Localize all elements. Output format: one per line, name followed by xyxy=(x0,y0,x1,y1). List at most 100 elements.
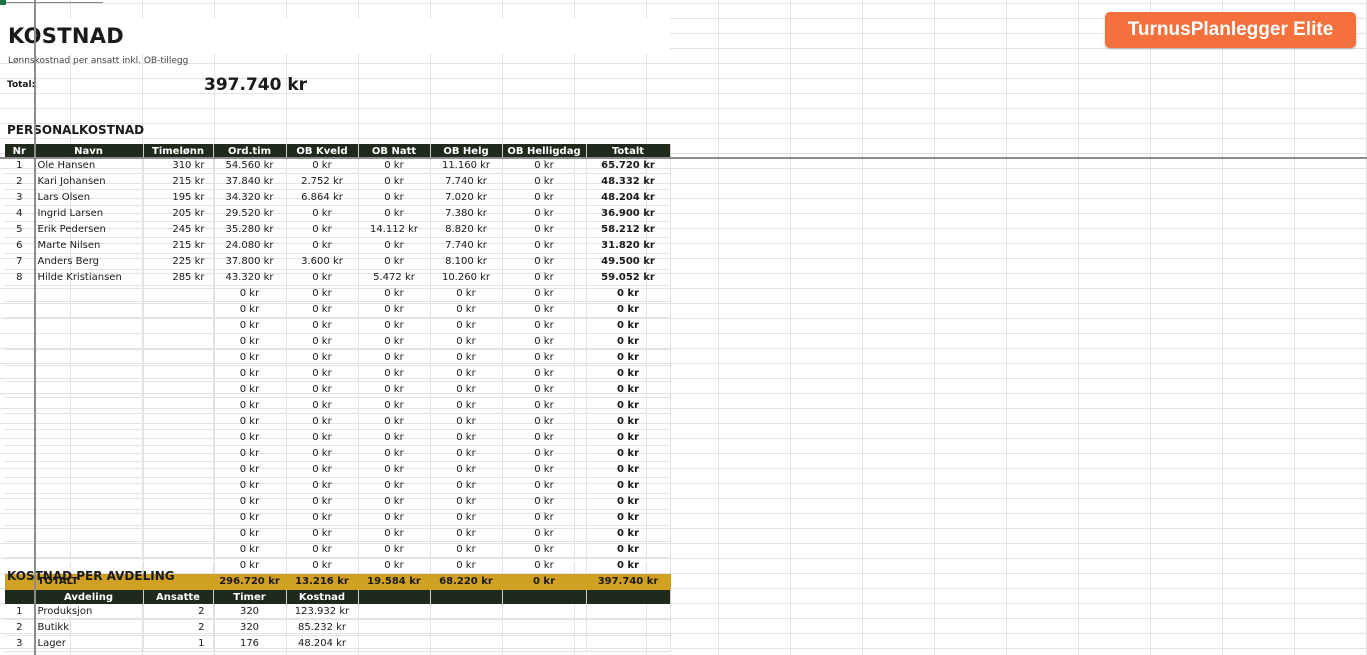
table-cell[interactable]: 0 kr xyxy=(358,173,431,190)
table-cell[interactable]: 0 kr xyxy=(286,301,359,318)
personal-header-3[interactable]: Ord.tim xyxy=(213,144,287,158)
table-cell[interactable]: 0 kr xyxy=(358,317,431,334)
table-cell[interactable] xyxy=(5,285,35,302)
table-cell[interactable] xyxy=(586,635,671,652)
table-cell[interactable]: 215 kr xyxy=(143,237,214,254)
table-cell[interactable]: Ole Hansen xyxy=(34,158,144,174)
table-cell[interactable]: 0 kr xyxy=(586,525,671,542)
table-cell[interactable]: 34.320 kr xyxy=(213,189,287,206)
table-cell[interactable]: 0 kr xyxy=(286,349,359,366)
brand-button[interactable]: TurnusPlanlegger Elite xyxy=(1105,12,1356,48)
table-cell[interactable]: 48.204 kr xyxy=(286,635,359,652)
table-cell[interactable]: 0 kr xyxy=(213,461,287,478)
table-cell[interactable]: 0 kr xyxy=(286,333,359,350)
table-cell[interactable] xyxy=(143,285,214,302)
table-cell[interactable]: 0 kr xyxy=(358,253,431,270)
table-cell[interactable]: 0 kr xyxy=(502,477,587,494)
table-cell[interactable] xyxy=(5,381,35,398)
table-cell[interactable] xyxy=(34,461,144,478)
table-cell[interactable]: 0 kr xyxy=(213,365,287,382)
table-cell[interactable]: 0 kr xyxy=(213,349,287,366)
table-cell[interactable] xyxy=(5,461,35,478)
table-cell[interactable]: 31.820 kr xyxy=(586,237,671,254)
personal-header-4[interactable]: OB Kveld xyxy=(286,144,359,158)
table-cell[interactable]: 0 kr xyxy=(430,509,503,526)
table-cell[interactable] xyxy=(34,541,144,558)
table-cell[interactable]: 0 kr xyxy=(502,253,587,270)
department-header-5[interactable] xyxy=(358,590,431,604)
table-cell[interactable]: 0 kr xyxy=(358,493,431,510)
table-cell[interactable] xyxy=(5,301,35,318)
personal-header-7[interactable]: OB Helligdag xyxy=(502,144,587,158)
table-cell[interactable]: 0 kr xyxy=(586,493,671,510)
table-cell[interactable]: 0 kr xyxy=(358,365,431,382)
table-cell[interactable]: 0 kr xyxy=(286,413,359,430)
table-cell[interactable]: 0 kr xyxy=(358,189,431,206)
table-cell[interactable]: 0 kr xyxy=(213,445,287,462)
table-cell[interactable]: 0 kr xyxy=(502,205,587,222)
table-cell[interactable]: 0 kr xyxy=(430,349,503,366)
table-cell[interactable]: 0 kr xyxy=(502,493,587,510)
table-cell[interactable]: 0 kr xyxy=(586,509,671,526)
table-cell[interactable] xyxy=(34,317,144,334)
table-cell[interactable] xyxy=(5,509,35,526)
table-cell[interactable]: 0 kr xyxy=(358,158,431,174)
total-cell[interactable]: 19.584 kr xyxy=(358,573,431,590)
table-cell[interactable] xyxy=(143,445,214,462)
table-cell[interactable]: Marte Nilsen xyxy=(34,237,144,254)
table-cell[interactable]: 0 kr xyxy=(430,445,503,462)
table-cell[interactable]: 0 kr xyxy=(358,285,431,302)
table-cell[interactable] xyxy=(358,635,431,652)
table-cell[interactable] xyxy=(5,365,35,382)
table-cell[interactable]: 29.520 kr xyxy=(213,205,287,222)
table-cell[interactable]: 0 kr xyxy=(358,525,431,542)
table-cell[interactable] xyxy=(502,635,587,652)
department-header-0[interactable] xyxy=(5,590,35,604)
table-cell[interactable] xyxy=(5,525,35,542)
table-cell[interactable]: 123.932 kr xyxy=(286,604,359,620)
table-cell[interactable]: 2 xyxy=(5,619,35,636)
table-cell[interactable]: 0 kr xyxy=(430,525,503,542)
table-cell[interactable]: 0 kr xyxy=(286,381,359,398)
table-cell[interactable]: 0 kr xyxy=(213,301,287,318)
table-cell[interactable]: 0 kr xyxy=(502,397,587,414)
table-cell[interactable] xyxy=(5,477,35,494)
table-cell[interactable]: 0 kr xyxy=(430,541,503,558)
table-cell[interactable]: 5.472 kr xyxy=(358,269,431,286)
table-cell[interactable] xyxy=(34,429,144,446)
table-cell[interactable]: 0 kr xyxy=(502,349,587,366)
table-cell[interactable]: Lager xyxy=(34,635,144,652)
table-cell[interactable]: 2 xyxy=(5,173,35,190)
table-cell[interactable]: 205 kr xyxy=(143,205,214,222)
table-cell[interactable]: 0 kr xyxy=(586,317,671,334)
table-cell[interactable]: 4 xyxy=(5,205,35,222)
table-cell[interactable]: 0 kr xyxy=(213,509,287,526)
table-cell[interactable] xyxy=(143,541,214,558)
table-cell[interactable]: 2 xyxy=(143,619,214,636)
table-cell[interactable]: 0 kr xyxy=(286,557,359,574)
table-cell[interactable]: 48.204 kr xyxy=(586,189,671,206)
table-cell[interactable]: 0 kr xyxy=(430,461,503,478)
total-cell[interactable]: 68.220 kr xyxy=(430,573,503,590)
table-cell[interactable]: 0 kr xyxy=(586,445,671,462)
table-cell[interactable]: 0 kr xyxy=(358,301,431,318)
table-cell[interactable] xyxy=(5,429,35,446)
table-cell[interactable]: 0 kr xyxy=(502,317,587,334)
table-cell[interactable]: 0 kr xyxy=(502,509,587,526)
table-cell[interactable]: 36.900 kr xyxy=(586,205,671,222)
table-cell[interactable] xyxy=(430,635,503,652)
table-cell[interactable] xyxy=(143,461,214,478)
table-cell[interactable]: 0 kr xyxy=(586,301,671,318)
table-cell[interactable]: 0 kr xyxy=(213,525,287,542)
table-cell[interactable] xyxy=(5,333,35,350)
table-cell[interactable]: Erik Pedersen xyxy=(34,221,144,238)
table-cell[interactable]: 0 kr xyxy=(502,461,587,478)
table-cell[interactable]: 0 kr xyxy=(286,365,359,382)
personal-header-1[interactable]: Navn xyxy=(34,144,144,158)
table-cell[interactable]: Hilde Kristiansen xyxy=(34,269,144,286)
table-cell[interactable]: 8 xyxy=(5,269,35,286)
department-header-6[interactable] xyxy=(430,590,503,604)
table-cell[interactable] xyxy=(5,397,35,414)
table-cell[interactable]: 0 kr xyxy=(502,158,587,174)
table-cell[interactable]: 0 kr xyxy=(586,365,671,382)
